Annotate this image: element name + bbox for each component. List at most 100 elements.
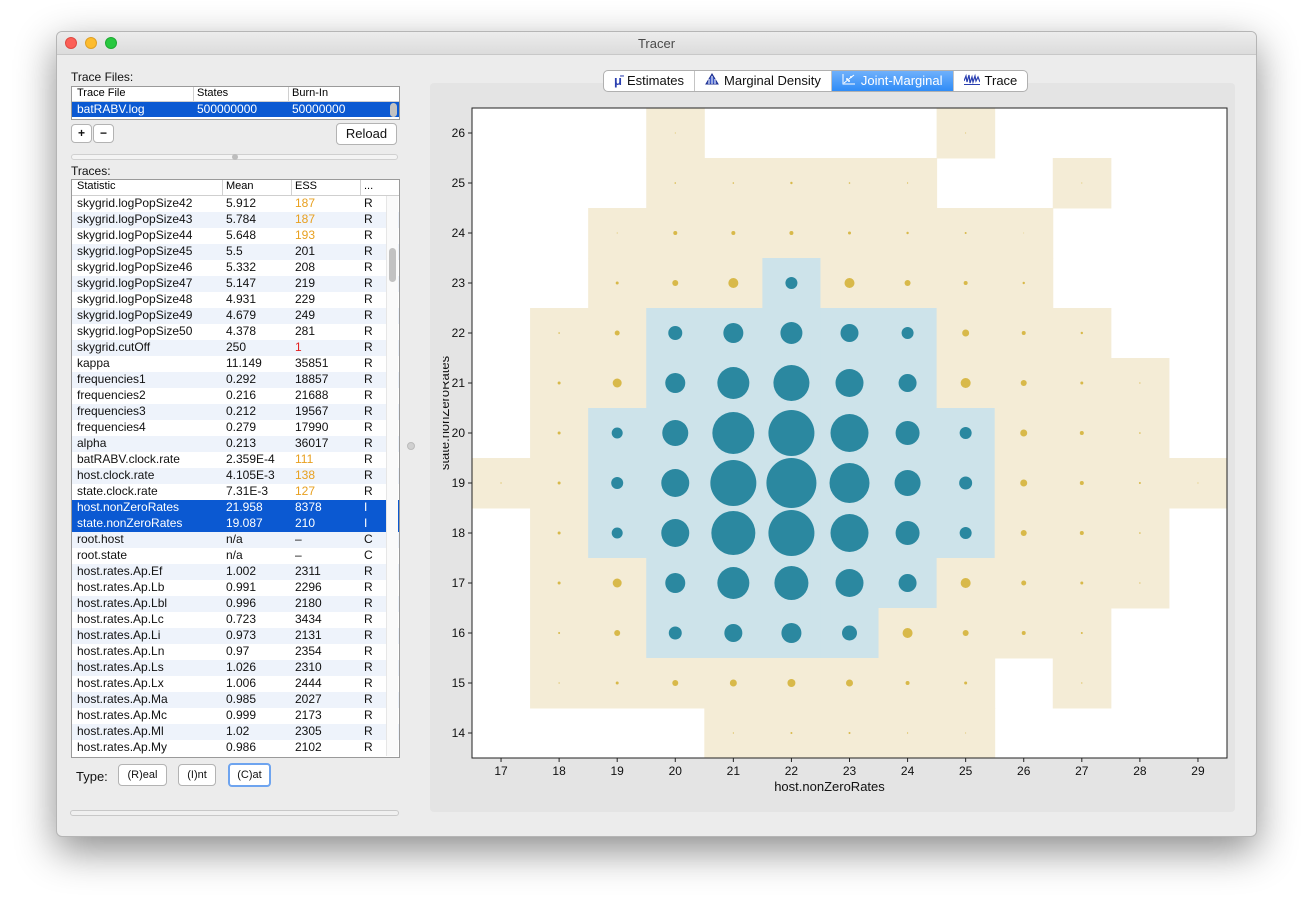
trace-row[interactable]: host.rates.Ap.Li 0.973 2131 R xyxy=(72,628,399,644)
trace-files-scrollbar[interactable] xyxy=(390,103,397,117)
data-point xyxy=(558,632,561,634)
trace-row[interactable]: host.clock.rate 4.105E-3 138 R xyxy=(72,468,399,484)
data-point xyxy=(790,732,793,734)
data-point xyxy=(959,527,972,539)
column-states[interactable]: States xyxy=(197,87,228,99)
split-divider[interactable] xyxy=(71,154,398,160)
trace-row[interactable]: host.rates.Ap.Lbl 0.996 2180 R xyxy=(72,596,399,612)
trace-file-row[interactable]: batRABV.log 500000000 50000000 xyxy=(72,102,399,117)
trace-row[interactable]: host.rates.Ap.Lc 0.723 3434 R xyxy=(72,612,399,628)
trace-statistic: frequencies1 xyxy=(77,372,146,386)
trace-type: R xyxy=(364,596,373,610)
data-point xyxy=(1081,682,1083,684)
trace-row[interactable]: skygrid.logPopSize45 5.5 201 R xyxy=(72,244,399,260)
trace-statistic: host.rates.Ap.Ma xyxy=(77,692,168,706)
x-axis-label: host.nonZeroRates xyxy=(774,779,885,794)
column-type[interactable]: ... xyxy=(364,180,384,192)
trace-row[interactable]: host.rates.Ap.Ml 1.02 2305 R xyxy=(72,724,399,740)
data-point xyxy=(1021,331,1026,335)
trace-mean: 11.149 xyxy=(226,356,262,370)
trace-row[interactable]: root.state n/a – C xyxy=(72,548,399,564)
data-point xyxy=(902,628,913,638)
trace-mean: n/a xyxy=(226,548,243,562)
pane-splitter-handle-icon[interactable] xyxy=(407,442,415,450)
data-point xyxy=(773,365,810,401)
column-trace-file[interactable]: Trace File xyxy=(77,87,126,99)
trace-row[interactable]: host.rates.Ap.Ln 0.97 2354 R xyxy=(72,644,399,660)
data-point xyxy=(1080,331,1084,335)
data-point xyxy=(717,367,750,399)
trace-row[interactable]: skygrid.logPopSize47 5.147 219 R xyxy=(72,276,399,292)
data-point xyxy=(717,567,750,599)
column-mean[interactable]: Mean xyxy=(226,180,292,192)
trace-ess: 249 xyxy=(295,308,316,322)
remove-trace-file-button[interactable]: − xyxy=(93,124,114,143)
trace-statistic: skygrid.logPopSize48 xyxy=(77,292,193,306)
trace-ess: 2305 xyxy=(295,724,322,738)
trace-ess: 1 xyxy=(295,340,302,354)
trace-row[interactable]: skygrid.logPopSize49 4.679 249 R xyxy=(72,308,399,324)
trace-mean: 0.999 xyxy=(226,708,257,722)
trace-row[interactable]: root.host n/a – C xyxy=(72,532,399,548)
trace-row[interactable]: skygrid.logPopSize44 5.648 193 R xyxy=(72,228,399,244)
type-real-button[interactable]: (R)eal xyxy=(118,764,167,786)
trace-row[interactable]: batRABV.clock.rate 2.359E-4 111 R xyxy=(72,452,399,468)
trace-row[interactable]: frequencies1 0.292 18857 R xyxy=(72,372,399,388)
traces-scrollbar[interactable] xyxy=(386,196,398,756)
trace-ess: 18857 xyxy=(295,372,329,386)
trace-file-burnin[interactable]: 50000000 xyxy=(292,102,345,116)
x-tick-label: 20 xyxy=(669,764,683,778)
trace-row[interactable]: frequencies4 0.279 17990 R xyxy=(72,420,399,436)
add-trace-file-button[interactable]: + xyxy=(71,124,92,143)
trace-ess: 2027 xyxy=(295,692,322,706)
trace-row[interactable]: host.rates.Ap.Ef 1.002 2311 R xyxy=(72,564,399,580)
trace-row[interactable]: skygrid.logPopSize42 5.912 187 R xyxy=(72,196,399,212)
column-statistic[interactable]: Statistic xyxy=(77,180,222,192)
trace-row[interactable]: frequencies3 0.212 19567 R xyxy=(72,404,399,420)
trace-row[interactable]: host.rates.Ap.Ma 0.985 2027 R xyxy=(72,692,399,708)
traces-scroll-thumb[interactable] xyxy=(389,248,396,282)
y-tick-label: 23 xyxy=(452,276,466,290)
trace-row[interactable]: skygrid.logPopSize43 5.784 187 R xyxy=(72,212,399,228)
data-point xyxy=(710,460,757,506)
trace-type: I xyxy=(364,516,368,530)
trace-row[interactable]: alpha 0.213 36017 R xyxy=(72,436,399,452)
trace-row[interactable]: kappa 11.149 35851 R xyxy=(72,356,399,372)
trace-mean: 5.332 xyxy=(226,260,257,274)
trace-row[interactable]: frequencies2 0.216 21688 R xyxy=(72,388,399,404)
trace-row[interactable]: host.nonZeroRates 21.958 8378 I xyxy=(72,500,399,516)
trace-row[interactable]: host.rates.Ap.Lb 0.991 2296 R xyxy=(72,580,399,596)
column-burn-in[interactable]: Burn-In xyxy=(292,87,328,99)
trace-row[interactable]: host.rates.Ap.Ls 1.026 2310 R xyxy=(72,660,399,676)
trace-row[interactable]: host.rates.Ap.Lx 1.006 2444 R xyxy=(72,676,399,692)
column-ess[interactable]: ESS xyxy=(295,180,361,192)
divider-handle-icon[interactable] xyxy=(232,154,238,160)
trace-mean: 4.105E-3 xyxy=(226,468,275,482)
data-point xyxy=(712,412,755,454)
type-cat-button[interactable]: (C)at xyxy=(228,763,271,787)
trace-row[interactable]: skygrid.logPopSize48 4.931 229 R xyxy=(72,292,399,308)
trace-row[interactable]: skygrid.cutOff 250 1 R xyxy=(72,340,399,356)
reload-button[interactable]: Reload xyxy=(336,123,397,145)
trace-mean: 1.006 xyxy=(226,676,257,690)
trace-row[interactable]: state.clock.rate 7.31E-3 127 R xyxy=(72,484,399,500)
trace-mean: 19.087 xyxy=(226,516,263,530)
trace-row[interactable]: state.nonZeroRates 19.087 210 I xyxy=(72,516,399,532)
type-int-button[interactable]: (I)nt xyxy=(178,764,216,786)
trace-ess: 2131 xyxy=(295,628,322,642)
traces-rows: skygrid.logPopSize42 5.912 187 Rskygrid.log… xyxy=(72,196,399,756)
traces-header: Statistic Mean ESS ... xyxy=(72,180,399,196)
data-point xyxy=(612,578,622,588)
data-point xyxy=(615,281,619,285)
trace-row[interactable]: host.rates.Ap.My 0.986 2102 R xyxy=(72,740,399,756)
trace-row[interactable]: skygrid.logPopSize46 5.332 208 R xyxy=(72,260,399,276)
left-bottom-scrollbar[interactable] xyxy=(70,810,399,816)
trace-row[interactable]: host.rates.Ap.Mc 0.999 2173 R xyxy=(72,708,399,724)
data-point xyxy=(774,566,809,600)
trace-row[interactable]: skygrid.logPopSize50 4.378 281 R xyxy=(72,324,399,340)
trace-statistic: skygrid.logPopSize44 xyxy=(77,228,193,242)
data-point xyxy=(611,427,623,439)
trace-mean: 7.31E-3 xyxy=(226,484,269,498)
trace-statistic: skygrid.logPopSize49 xyxy=(77,308,193,322)
data-point xyxy=(662,420,689,446)
